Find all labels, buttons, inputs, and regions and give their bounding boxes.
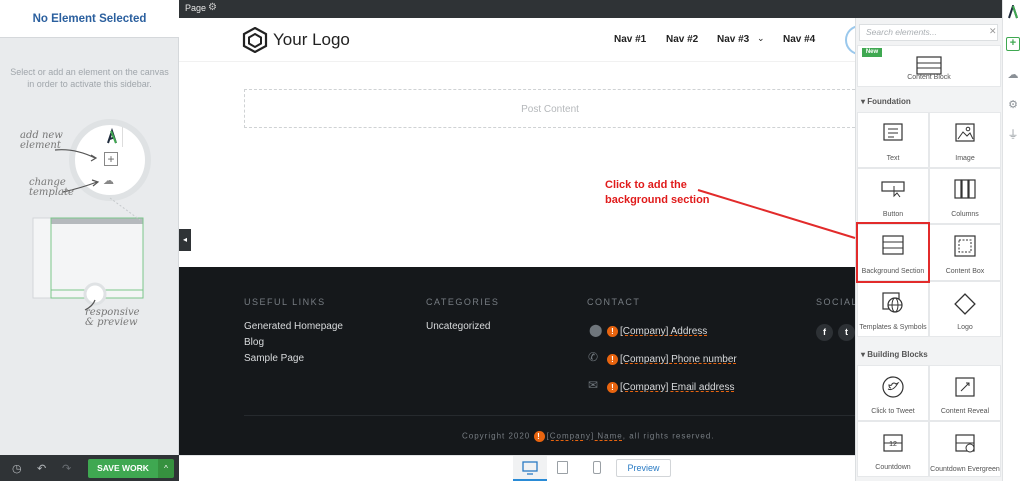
image-label: Image bbox=[955, 155, 975, 162]
clear-search-close-icon[interactable]: ✕ bbox=[989, 26, 997, 37]
redo-icon[interactable]: ↷ bbox=[62, 462, 71, 475]
settings-gear-icon[interactable]: ⚙ bbox=[1006, 98, 1020, 112]
element-text[interactable]: Text bbox=[857, 112, 929, 168]
templates-symbols-label: Templates & Symbols bbox=[859, 324, 927, 331]
contact-email[interactable]: ! [Company] Email address bbox=[607, 381, 735, 393]
preview-button[interactable]: Preview bbox=[616, 459, 671, 477]
phone-icon: ✆ bbox=[588, 350, 599, 364]
footer-link-blog[interactable]: Blog bbox=[244, 337, 264, 348]
nav-item-4[interactable]: Nav #4 bbox=[783, 34, 815, 45]
element-image[interactable]: Image bbox=[929, 112, 1001, 168]
building-blocks-heading[interactable]: ▾ Building Blocks bbox=[861, 350, 928, 359]
thrive-logo-icon bbox=[1006, 2, 1020, 19]
sidebar-title: No Element Selected bbox=[0, 0, 179, 38]
foundation-heading[interactable]: ▾ Foundation bbox=[861, 97, 911, 106]
add-element-plus-icon[interactable]: + bbox=[1006, 37, 1020, 51]
warning-icon: ! bbox=[533, 431, 545, 442]
save-options-chevron-icon[interactable]: ^ bbox=[158, 459, 174, 478]
canvas-top-bar bbox=[179, 0, 1011, 18]
warning-icon: ! bbox=[607, 381, 618, 393]
illustration-cloud-icon: ☁ bbox=[103, 175, 114, 187]
desktop-view-button[interactable] bbox=[513, 456, 547, 481]
footer-copyright: Copyright 2020 ! [Company] Name, all righ… bbox=[462, 431, 715, 442]
footer-contact-heading: CONTACT bbox=[587, 297, 641, 307]
twitter-icon[interactable]: t bbox=[838, 324, 855, 341]
nav-item-3[interactable]: Nav #3 bbox=[717, 34, 749, 45]
element-content-box[interactable]: Content Box bbox=[929, 224, 1001, 281]
sidebar-description: Select or add an element on the canvas i… bbox=[10, 67, 169, 89]
email-icon: ✉ bbox=[588, 378, 599, 392]
footer-link-generated-homepage[interactable]: Generated Homepage bbox=[244, 321, 343, 332]
cloud-template-icon[interactable]: ☁ bbox=[1006, 68, 1020, 82]
page-label[interactable]: Page bbox=[185, 3, 206, 13]
countdown-label: Countdown bbox=[875, 464, 911, 471]
element-content-reveal[interactable]: Content Reveal bbox=[929, 365, 1001, 421]
copyright-company-name[interactable]: [Company] Name bbox=[547, 432, 623, 441]
illustration-add-label: add new element bbox=[20, 130, 63, 151]
element-countdown-evergreen[interactable]: Countdown Evergreen bbox=[929, 421, 1001, 477]
element-columns[interactable]: Columns bbox=[929, 168, 1001, 224]
content-block-label: Content Block bbox=[907, 74, 951, 81]
contact-address[interactable]: ! [Company] Address bbox=[607, 325, 707, 337]
element-click-to-tweet[interactable]: Click to Tweet bbox=[857, 365, 929, 421]
element-templates-symbols[interactable]: Templates & Symbols bbox=[857, 281, 929, 337]
collapse-sidebar-chevron-left-icon[interactable]: ◂ bbox=[179, 229, 191, 251]
nav-item-2[interactable]: Nav #2 bbox=[666, 34, 698, 45]
illustration-plus-icon: + bbox=[104, 152, 118, 166]
footer-link-sample-page[interactable]: Sample Page bbox=[244, 353, 304, 364]
svg-text:12: 12 bbox=[889, 441, 897, 448]
funnel-icon[interactable]: ⏚ bbox=[1006, 128, 1020, 142]
tablet-view-icon[interactable] bbox=[557, 461, 568, 474]
click-to-tweet-label: Click to Tweet bbox=[871, 408, 915, 415]
logo-text[interactable]: Your Logo bbox=[273, 30, 350, 50]
footer-category-uncategorized[interactable]: Uncategorized bbox=[426, 321, 490, 332]
annotation-arrow bbox=[697, 189, 856, 239]
footer-categories-heading: CATEGORIES bbox=[426, 297, 500, 307]
content-box-label: Content Box bbox=[945, 268, 985, 275]
facebook-icon[interactable]: f bbox=[816, 324, 833, 341]
logo-label: Logo bbox=[957, 324, 973, 331]
countdown-evergreen-label: Countdown Evergreen bbox=[930, 466, 1000, 473]
footer-social-heading: SOCIAL bbox=[816, 297, 855, 307]
nav-item-1[interactable]: Nav #1 bbox=[614, 34, 646, 45]
page-settings-gear-icon[interactable]: ⚙ bbox=[208, 2, 217, 13]
content-reveal-label: Content Reveal bbox=[940, 408, 990, 415]
element-logo[interactable]: Logo bbox=[929, 281, 1001, 337]
illustration-responsive-label: responsive & preview bbox=[85, 307, 140, 328]
element-countdown[interactable]: 12 Countdown bbox=[857, 421, 929, 477]
footer-divider bbox=[244, 415, 855, 416]
nav-3-chevron-down-icon[interactable]: ⌄ bbox=[757, 33, 765, 44]
search-elements-input[interactable]: Search elements... bbox=[859, 24, 998, 41]
text-label: Text bbox=[886, 155, 900, 162]
mobile-view-icon[interactable] bbox=[593, 461, 601, 474]
undo-icon[interactable]: ↶ bbox=[37, 462, 46, 475]
illustration-logo-icon bbox=[101, 127, 123, 147]
save-work-button[interactable]: SAVE WORK bbox=[88, 459, 158, 478]
location-pin-icon: ⬤ bbox=[589, 323, 603, 337]
contact-phone[interactable]: ! [Company] Phone number bbox=[607, 353, 737, 365]
warning-icon: ! bbox=[607, 325, 618, 337]
logo-hexagon-icon bbox=[242, 27, 268, 53]
columns-label: Columns bbox=[951, 211, 979, 218]
footer-useful-links-heading: USEFUL LINKS bbox=[244, 297, 326, 307]
warning-icon: ! bbox=[607, 353, 618, 365]
annotation-highlight-box bbox=[856, 222, 930, 283]
illustration-template-label: change template bbox=[29, 177, 74, 198]
history-icon[interactable]: ◷ bbox=[12, 462, 22, 475]
post-content-area[interactable]: Post Content bbox=[244, 89, 855, 128]
button-label: Button bbox=[882, 211, 904, 218]
element-button[interactable]: Button bbox=[857, 168, 929, 224]
new-badge: New bbox=[862, 48, 882, 57]
